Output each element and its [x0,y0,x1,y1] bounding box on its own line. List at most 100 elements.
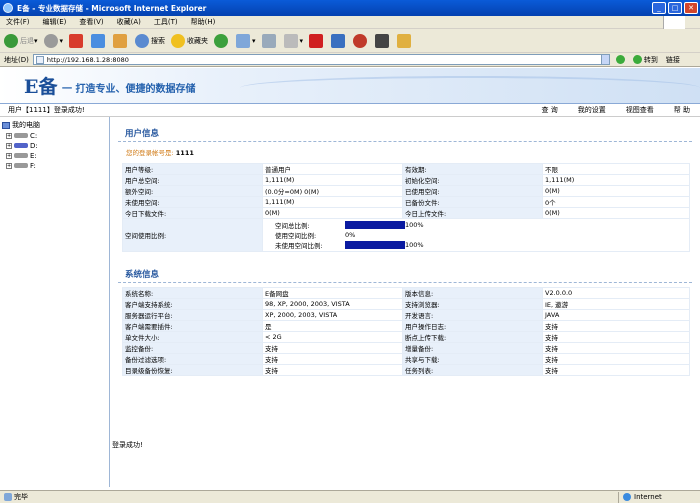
table-cell: 支持 [262,342,403,354]
home-button[interactable] [113,33,129,48]
menu-view[interactable]: 查看(V) [79,17,103,27]
table-cell: 监控备份: [122,342,263,354]
toolbar-tool-1[interactable] [309,33,325,48]
table-cell: 支持 [542,342,690,354]
scissors-icon [331,33,346,48]
tree-drive-c[interactable]: + C: [6,131,107,140]
favorites-button[interactable]: 收藏夹 [171,33,208,48]
table-row: 单文件大小: < 2G 断点上传下载: 支持 [122,331,690,343]
expand-icon[interactable]: + [6,152,12,159]
table-cell: 0(M) [542,207,690,219]
table-row: 今日下载文件: 0(M) 今日上传文件: 0(M) [122,207,690,219]
address-dropdown[interactable] [600,54,610,65]
table-cell: 备份过滤选项: [122,353,263,365]
pencil-icon [397,33,412,48]
table-cell: JAVA [542,309,690,321]
user-info-title: 用户信息 [118,121,692,142]
usage-label: 空间使用比例: [122,218,263,252]
back-button[interactable]: 后退 ▾ [4,33,38,48]
toolbar-tool-2[interactable] [331,33,347,48]
table-cell: 支持 [542,353,690,365]
table-cell: 1,111(M) [262,196,403,208]
table-cell: 1,111(M) [262,174,403,186]
table-row: 额外空间: (0.0分=0M) 0(M) 已使用空间: 0(M) [122,185,690,197]
table-cell: < 2G [262,331,403,343]
table-cell: E备网盘 [262,287,403,299]
table-cell: 是 [262,320,403,332]
table-row: 系统名称: E备网盘 版本信息: V2.0.0.0 [122,287,690,299]
menu-tools[interactable]: 工具(T) [154,17,178,27]
table-cell: 用户操作日志: [402,320,543,332]
forward-button[interactable]: ▾ [43,33,63,48]
menu-file[interactable]: 文件(F) [6,17,30,27]
table-cell: 今日上传文件: [402,207,543,219]
tree-drive-d[interactable]: + D: [6,141,107,150]
close-button[interactable]: ✕ [684,2,698,14]
table-cell: 已使用空间: [402,185,543,197]
search-button[interactable]: 搜索 [135,33,165,48]
page-done-icon [4,493,12,501]
nav-help[interactable]: 帮 助 [674,105,690,115]
table-cell: XP, 2000, 2003, VISTA [262,309,403,321]
toolbar-tool-3[interactable] [353,33,369,48]
status-text: 完毕 [14,493,28,501]
tree-drive-e[interactable]: + E: [6,151,107,160]
stop-button[interactable] [69,33,85,48]
table-cell: V2.0.0.0 [542,287,690,299]
drive-icon [14,153,28,158]
site-banner: E备 一 打造专业、便捷的数据存储 [0,68,700,104]
edit-icon [283,33,298,48]
expand-icon[interactable]: + [6,162,12,169]
table-cell: 支持 [262,353,403,365]
expand-icon[interactable]: + [6,142,12,149]
table-cell: 初始化空间: [402,174,543,186]
forward-arrow-icon [43,33,58,48]
table-cell: 0(M) [262,207,403,219]
menu-favorites[interactable]: 收藏(A) [117,17,141,27]
address-label: 地址(D) [4,55,29,64]
table-row: 客户端支持系统: 98, XP, 2000, 2003, VISTA 支持浏览器: I… [122,298,690,310]
table-cell: 不限 [542,163,690,175]
table-cell: 有效期: [402,163,543,175]
user-info-table: 用户等级: 普通用户 有效期: 不限 用户总空间: 1,111(M) 初始化空间: 1,111… [122,163,690,252]
banner-decoration [240,76,700,100]
site-logo: E备 [24,76,58,98]
address-input[interactable]: http://192.168.1.28:8080 [32,54,610,65]
table-cell: (0.0分=0M) 0(M) [262,185,403,197]
links-button[interactable]: 链接 [666,55,680,65]
nav-query[interactable]: 查 询 [542,105,558,115]
toolbar-tool-4[interactable] [375,33,391,48]
mail-button[interactable]: ▾ [236,33,256,48]
print-button[interactable] [261,33,278,48]
nav-my-settings[interactable]: 我的设置 [578,105,606,115]
maximize-button[interactable]: □ [668,2,682,14]
expand-icon[interactable]: + [6,132,12,139]
nav-view[interactable]: 视图查看 [626,105,654,115]
go-button[interactable]: 转到 [632,55,658,65]
table-row: 未使用空间: 1,111(M) 已备份文件: 0个 [122,196,690,208]
history-button[interactable] [214,33,230,48]
system-info-title: 系统信息 [118,262,692,283]
k-icon [375,33,390,48]
table-cell: 服务器运行平台: [122,309,263,321]
menu-help[interactable]: 帮助(H) [191,17,216,27]
menu-edit[interactable]: 编辑(E) [43,17,67,27]
usage-total-bar [345,221,405,229]
tree-drive-f[interactable]: + F: [6,161,107,170]
address-bar: 地址(D) http://192.168.1.28:8080 转到 链接 [0,53,700,67]
drive-icon [14,143,28,148]
table-row: 备份过滤选项: 支持 共享与下载: 支持 [122,353,690,365]
usage-used-row: 使用空间比例: 0% [275,231,356,240]
tree-root-my-computer[interactable]: 我的电脑 [2,120,107,130]
table-cell: IE, 遨游 [542,298,690,310]
toolbar-tool-5[interactable] [397,33,413,48]
table-cell: 额外空间: [122,185,263,197]
table-row: 监控备份: 支持 增量备份: 支持 [122,342,690,354]
table-row: 空间使用比例: 空间总比例: 100% 使用空间比例: 0% 未使用空间比例: 100… [122,218,690,252]
table-cell: 支持 [542,320,690,332]
minimize-button[interactable]: _ [652,2,666,14]
table-cell: 断点上传下载: [402,331,543,343]
refresh-button[interactable] [91,33,107,48]
edit-button[interactable]: ▾ [283,33,303,48]
ie-logo-icon [3,3,13,13]
